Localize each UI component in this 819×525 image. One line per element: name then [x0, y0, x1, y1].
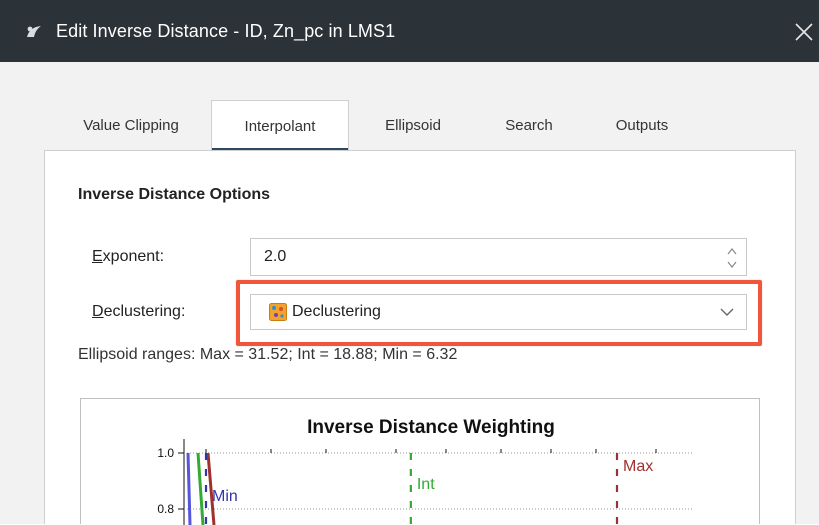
title-bar: Edit Inverse Distance - ID, Zn_pc in LMS… — [0, 0, 819, 62]
tab-outputs[interactable]: Outputs — [592, 100, 692, 151]
tab-ellipsoid[interactable]: Ellipsoid — [358, 100, 468, 151]
app-icon — [27, 26, 41, 37]
tab-value-clipping[interactable]: Value Clipping — [56, 100, 206, 151]
tab-search[interactable]: Search — [484, 100, 574, 151]
declustering-label: Declustering: — [92, 303, 185, 321]
section-title: Inverse Distance Options — [78, 186, 271, 203]
exponent-input[interactable]: 2.0 — [250, 238, 747, 276]
close-icon[interactable] — [790, 16, 818, 46]
series-line-green — [196, 452, 205, 525]
tab-label: Value Clipping — [83, 117, 179, 134]
spin-arrows-icon[interactable] — [726, 245, 738, 271]
tab-bar: Value Clipping Interpolant Ellipsoid Sea… — [44, 100, 784, 152]
y-tick-label: 1.0 — [157, 446, 174, 460]
declustering-label-mnemonic: D — [92, 303, 104, 320]
exponent-label-mnemonic: E — [92, 248, 103, 265]
marker-min-label: Min — [212, 488, 238, 505]
tab-label: Search — [505, 117, 553, 134]
tab-label: Ellipsoid — [385, 117, 441, 134]
declustering-label-rest: eclustering: — [103, 303, 186, 320]
y-tick-label: 0.8 — [157, 502, 174, 516]
tab-label: Interpolant — [244, 118, 316, 135]
declustering-value: Declustering — [292, 303, 381, 320]
marker-int-label: Int — [417, 476, 435, 493]
exponent-label: Exponent: — [92, 248, 164, 266]
idw-chart: Inverse Distance Weighting 1.0 0.8 Min Int M… — [80, 398, 760, 525]
exponent-value: 2.0 — [264, 248, 287, 265]
ellipsoid-ranges: Ellipsoid ranges: Max = 31.52; Int = 18.… — [78, 346, 458, 363]
chart-plot: 1.0 0.8 Min Int Max — [157, 439, 693, 525]
marker-max-label: Max — [623, 458, 653, 475]
chevron-down-icon — [720, 308, 734, 316]
declustering-object-icon — [269, 303, 287, 321]
exponent-label-rest: xponent: — [102, 248, 165, 265]
series-line-blue — [186, 452, 192, 525]
tab-label: Outputs — [615, 117, 669, 134]
window-title: Edit Inverse Distance - ID, Zn_pc in LMS… — [56, 21, 396, 41]
tab-interpolant[interactable]: Interpolant — [211, 100, 349, 152]
declustering-dropdown[interactable]: Declustering — [250, 294, 747, 330]
